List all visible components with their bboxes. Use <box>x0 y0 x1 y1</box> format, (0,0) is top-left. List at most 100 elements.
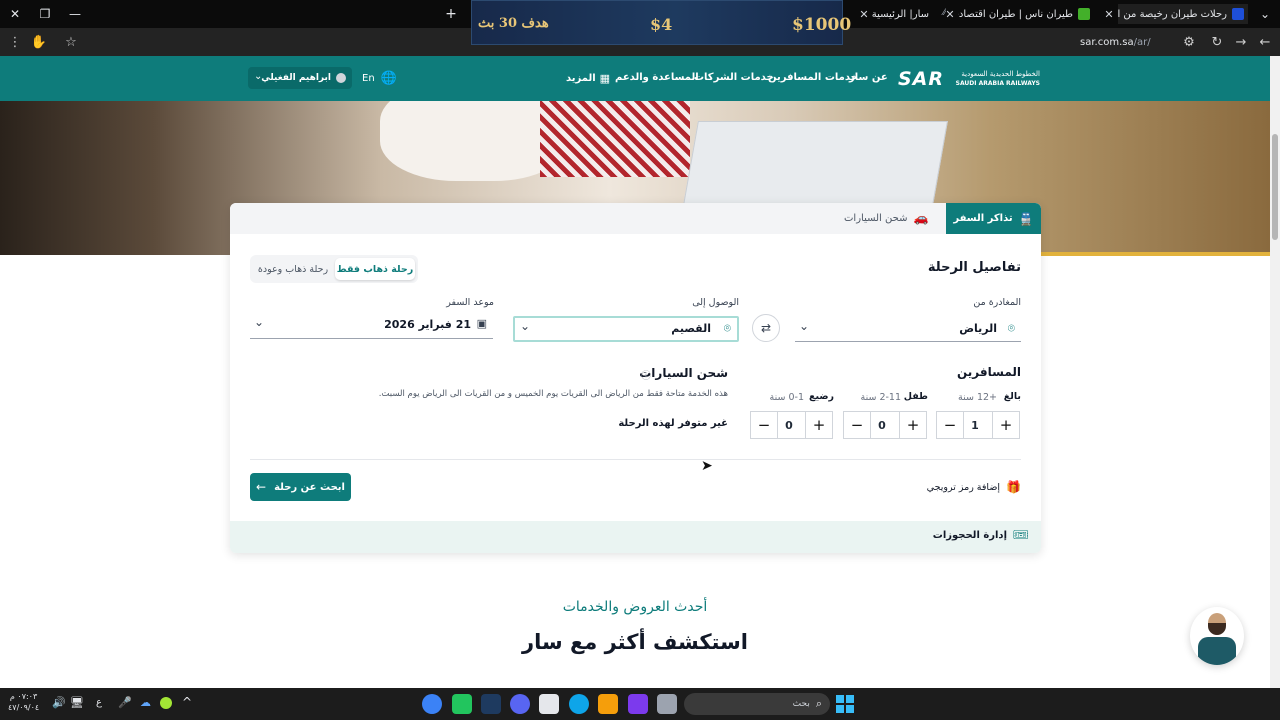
assistant-taskbar-icon[interactable] <box>422 694 442 714</box>
from-select[interactable]: ⌾ الرياض ⌄ <box>795 316 1021 342</box>
nav-passenger-services[interactable]: خدمات المسافرين <box>768 72 858 83</box>
store-taskbar-icon[interactable] <box>539 694 559 714</box>
swap-stations-button[interactable]: ⇄ <box>752 314 780 342</box>
car-shipping-title: شحن السيارات <box>639 366 728 380</box>
nav-business-services[interactable]: خدمات الشركات <box>694 72 774 83</box>
input-language[interactable]: ع <box>96 697 102 708</box>
file-explorer-taskbar-icon[interactable] <box>598 694 618 714</box>
mouse-cursor-icon: ➤ <box>701 458 713 474</box>
logo-mark: SAR <box>898 68 945 90</box>
logo-arabic-text: الخطوط الحديدية السعودية <box>961 70 1040 78</box>
volume-icon[interactable]: 🔊 <box>52 696 66 709</box>
office-taskbar-icon[interactable] <box>628 694 648 714</box>
sar-logo[interactable]: SAR الخطوط الحديدية السعودية SAUDI ARABI… <box>898 68 1041 90</box>
tab-label: تذاكر السفر <box>953 213 1013 224</box>
hero-shemagh <box>540 101 690 177</box>
ad-banner[interactable]: $1000 $4 هدف 30 بث <box>471 0 851 45</box>
show-hidden-icons-icon[interactable]: ^ <box>182 695 192 709</box>
travel-date-picker[interactable]: ▣ 21 فبراير 2026 ⌄ <box>250 313 493 339</box>
to-select[interactable]: ⌾ القصيم ⌄ <box>513 316 739 342</box>
taskbar-search-placeholder: بحث <box>792 699 810 709</box>
minimize-window-icon[interactable]: — <box>60 0 90 28</box>
nav-more-label: المزيد <box>566 73 596 84</box>
page-scrollbar[interactable] <box>1270 56 1280 688</box>
address-bar[interactable]: sar.com.sa/ar/ <box>1080 28 1151 56</box>
car-shipping-note: هذه الخدمة متاحة فقط من الرياض الى القري… <box>378 389 728 399</box>
tab-car-shipping[interactable]: شحن السيارات 🚗 <box>844 211 928 225</box>
divider <box>250 459 1021 460</box>
task-view-taskbar-icon[interactable] <box>657 694 677 714</box>
forward-icon[interactable]: → <box>1228 28 1254 56</box>
infant-decrement-button[interactable]: − <box>750 411 778 439</box>
steam-taskbar-icon[interactable] <box>481 694 501 714</box>
manage-bookings-bar[interactable]: 🎟 إدارة الحجوزات <box>230 521 1041 553</box>
scrollbar-thumb[interactable] <box>1272 134 1278 240</box>
tab-title: رحلات طيران رخيصة من الرياض <box>1118 8 1227 20</box>
date-label: موعد السفر <box>446 297 494 308</box>
tab-close-icon[interactable]: ✕ <box>942 4 958 24</box>
child-decrement-button[interactable]: − <box>843 411 871 439</box>
adult-age: +12 سنة <box>957 392 997 403</box>
infant-age: 0-1 سنة <box>769 392 804 403</box>
tab-flynas[interactable]: طيران ناس | طيران اقتصادي سعو <box>958 4 1090 24</box>
adult-increment-button[interactable]: + <box>992 411 1020 439</box>
tab-travel-tickets[interactable]: تذاكر السفر 🚆 <box>946 203 1041 234</box>
car-unavailable-text: غير متوفر لهذه الرحلة <box>618 418 728 429</box>
one-way-option[interactable]: رحلة ذهاب فقط <box>335 258 415 280</box>
reload-icon[interactable]: ↻ <box>1204 28 1230 56</box>
round-trip-option[interactable]: رحلة ذهاب وعودة <box>254 258 332 280</box>
microphone-icon[interactable]: 🎤 <box>118 696 132 709</box>
hero-laptop <box>682 121 948 211</box>
adult-decrement-button[interactable]: − <box>936 411 964 439</box>
child-increment-button[interactable]: + <box>899 411 927 439</box>
swap-icon: ⇄ <box>760 321 772 335</box>
booking-card: تذاكر السفر 🚆 شحن السيارات 🚗 تفاصيل الرح… <box>230 203 1041 553</box>
ticket-icon: 🎟 <box>1012 528 1029 543</box>
search-trip-button[interactable]: ← ابحث عن رحلة <box>250 473 351 501</box>
info-icon[interactable]: ⓘ <box>641 367 651 382</box>
globe-icon: 🌐 <box>380 71 397 86</box>
assistant-beard <box>1208 623 1226 635</box>
close-window-icon[interactable]: ✕ <box>0 0 30 28</box>
chevron-down-icon: ⌄ <box>254 315 265 329</box>
trip-details-title: تفاصيل الرحلة <box>927 260 1021 275</box>
bookmark-star-icon[interactable]: ☆ <box>58 28 84 56</box>
extension-icon[interactable]: ✋ <box>26 28 52 56</box>
site-settings-icon[interactable]: ⚙ <box>1176 28 1202 56</box>
whatsapp-taskbar-icon[interactable] <box>452 694 472 714</box>
calendar-icon: ▣ <box>476 317 487 330</box>
infant-increment-button[interactable]: + <box>805 411 833 439</box>
train-icon: 🚆 <box>1018 211 1034 226</box>
nav-help-support[interactable]: المساعدة والدعم <box>615 72 699 83</box>
restore-window-icon[interactable]: ❐ <box>30 0 60 28</box>
grid-icon: ▦ <box>599 72 611 85</box>
chevron-down-icon: ⌄ <box>799 319 810 333</box>
tab-cheap-flights[interactable]: رحلات طيران رخيصة من الرياض <box>1118 4 1248 24</box>
manage-bookings-label: إدارة الحجوزات <box>932 530 1007 541</box>
network-icon[interactable]: 🖥 <box>70 696 84 709</box>
search-icon: ⌕ <box>815 697 822 710</box>
date-value: 21 فبراير 2026 <box>384 318 471 331</box>
tab-title: طيران ناس | طيران اقتصادي سعو <box>958 8 1073 20</box>
onedrive-icon[interactable]: ☁ <box>140 696 151 709</box>
windows-start-icon[interactable] <box>836 695 854 713</box>
nav-more[interactable]: المزيد ▦ <box>566 72 610 85</box>
chat-assistant-button[interactable] <box>1190 607 1244 665</box>
taskbar-clock[interactable]: ٠٧:٠٣ م ٤٧/٠٩/٠٤ <box>8 691 39 713</box>
tray-app-icon[interactable] <box>160 697 172 709</box>
tab-close-icon[interactable]: ✕ <box>1101 4 1117 24</box>
ad-label: هدف 30 بث <box>478 16 549 31</box>
tab-search-icon[interactable]: ⌄ <box>1252 0 1278 28</box>
tab-title: سار| الرئيسية <box>871 8 929 20</box>
edge-taskbar-icon[interactable] <box>569 694 589 714</box>
menu-icon[interactable]: ⋮ <box>2 28 28 56</box>
new-tab-icon[interactable]: + <box>436 0 466 28</box>
back-icon[interactable]: ← <box>1252 28 1278 56</box>
taskbar-search-box[interactable]: بحث ⌕ <box>684 693 830 715</box>
url-path: /ar/ <box>1133 36 1151 48</box>
promo-code-link[interactable]: إضافة رمز ترويجي 🎁 <box>927 480 1021 494</box>
language-switch[interactable]: En 🌐 <box>362 71 397 86</box>
tab-sar-home[interactable]: ⁄⁄ سار| الرئيسية <box>868 4 946 24</box>
user-menu[interactable]: ابراهيم الفغيلي <box>248 67 352 89</box>
discord-taskbar-icon[interactable] <box>510 694 530 714</box>
